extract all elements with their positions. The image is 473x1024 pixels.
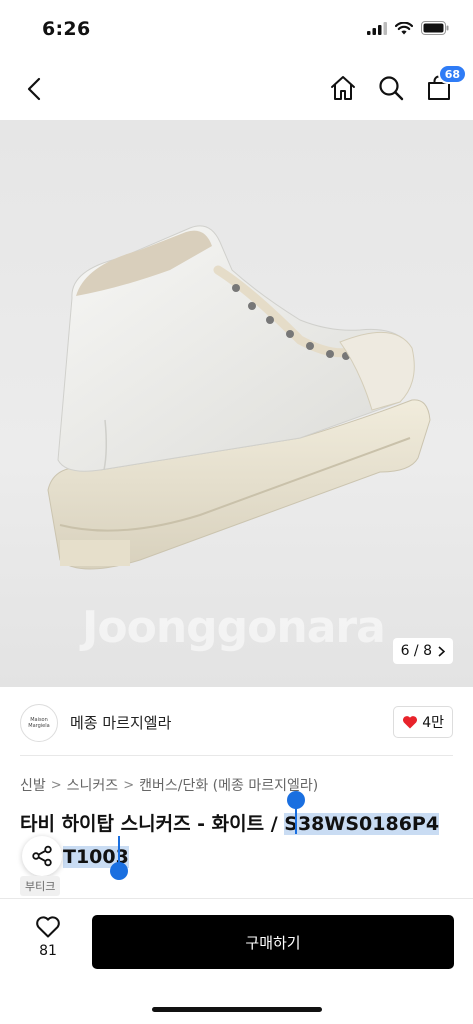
breadcrumb-separator-icon: >: [50, 777, 62, 793]
selection-cursor-start: [295, 806, 297, 834]
status-bar: 6:26: [0, 0, 473, 58]
product-title[interactable]: 타비 하이탑 스니커즈 - 화이트 / S38WS0186P4 T1003: [20, 808, 460, 874]
nav-bar: 68: [0, 58, 473, 120]
home-icon: [331, 76, 355, 100]
product-image[interactable]: Joonggonara 6 / 8: [0, 120, 473, 687]
status-icons: [367, 20, 449, 39]
wifi-icon: [394, 20, 414, 39]
search-button[interactable]: [375, 70, 407, 106]
image-counter-text: 6 / 8: [400, 643, 432, 659]
chevron-left-icon: [27, 77, 41, 101]
breadcrumb-separator-icon: >: [123, 777, 135, 793]
wishlist-count: 81: [39, 943, 57, 959]
search-icon: [379, 76, 404, 101]
heart-filled-icon: [403, 716, 418, 729]
brand-row[interactable]: Maison Margiela 메종 마르지엘라 4만: [20, 690, 453, 756]
battery-icon: [421, 20, 449, 39]
buy-button[interactable]: 구매하기: [92, 915, 454, 969]
brand-name[interactable]: 메종 마르지엘라: [70, 712, 171, 733]
brand-logo[interactable]: Maison Margiela: [20, 703, 58, 742]
heart-outline-icon: [36, 916, 60, 938]
brand-like-button[interactable]: 4만: [393, 706, 453, 738]
home-button[interactable]: [327, 70, 359, 106]
home-indicator[interactable]: [152, 1007, 322, 1012]
bottom-action-bar: 81 구매하기: [0, 898, 473, 1024]
chevron-right-icon: [438, 645, 445, 657]
back-button[interactable]: [18, 72, 50, 106]
cart-button[interactable]: 68: [423, 64, 467, 106]
status-time: 6:26: [42, 18, 91, 40]
brand-logo-text: Maison Margiela: [28, 716, 50, 729]
breadcrumb-item[interactable]: 신발: [20, 775, 46, 795]
breadcrumb-item[interactable]: 스니커즈: [67, 775, 119, 795]
selection-handle-start[interactable]: [287, 791, 305, 809]
share-button[interactable]: [22, 836, 62, 876]
image-counter[interactable]: 6 / 8: [392, 638, 453, 664]
cellular-signal-icon: [367, 20, 387, 39]
product-title-selected: S38WS0186P4: [284, 813, 440, 835]
selection-cursor-end: [118, 836, 120, 864]
share-icon: [32, 845, 52, 867]
selection-handle-end[interactable]: [110, 862, 128, 880]
watermark: Joonggonara: [82, 602, 386, 653]
cart-count-badge: 68: [437, 64, 467, 84]
wishlist-button[interactable]: 81: [28, 915, 68, 959]
product-title-plain: 타비 하이탑 스니커즈 - 화이트 /: [20, 813, 285, 835]
boutique-tag: 부티크: [20, 876, 61, 896]
brand-like-count: 4만: [422, 715, 444, 731]
breadcrumb: 신발 > 스니커즈 > 캔버스/단화 (메종 마르지엘라): [20, 775, 318, 795]
